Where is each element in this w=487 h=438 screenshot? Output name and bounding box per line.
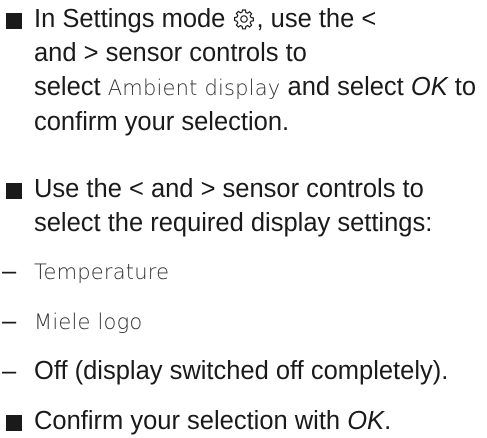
option-label: Miele logo — [34, 310, 143, 334]
bullet-marker — [6, 183, 22, 199]
gear-icon — [234, 9, 255, 30]
dash-marker: – — [2, 357, 17, 385]
step-1-text: , use the < — [256, 5, 377, 33]
bullet-marker — [6, 13, 22, 29]
dash-marker: – — [2, 257, 17, 285]
step-1: In Settings mode , use the < and > senso… — [0, 2, 481, 139]
ok-label: OK — [347, 407, 385, 435]
step-1-text: select — [34, 73, 101, 101]
step-3-text: . — [384, 407, 392, 435]
option-label: Off (display switched off completely). — [34, 357, 449, 385]
step-2: Use the < and > sensor controls to selec… — [0, 172, 481, 240]
step-1-text: and > sensor controls to — [34, 39, 307, 67]
option-off: – Off (display switched off completely). — [0, 354, 481, 388]
ambient-display-label: Ambient display — [107, 76, 281, 100]
option-label: Temperature — [34, 260, 170, 284]
step-2-text: Use the < and > sensor controls to — [34, 175, 424, 203]
step-1-text: and select — [287, 73, 404, 101]
step-3: Confirm your selection with OK. — [0, 404, 481, 438]
step-2-text: select the required display settings: — [34, 209, 433, 237]
ok-label: OK — [410, 73, 448, 101]
dash-marker: – — [2, 307, 17, 335]
step-1-text: In Settings mode — [34, 5, 226, 33]
step-3-text: Confirm your selection with — [34, 407, 341, 435]
step-1-text: confirm your selection. — [34, 108, 290, 136]
step-1-text: to — [454, 73, 477, 101]
bullet-marker — [6, 415, 22, 431]
option-temperature: – Temperature — [0, 254, 481, 289]
option-miele-logo: – Miele logo — [0, 304, 481, 339]
